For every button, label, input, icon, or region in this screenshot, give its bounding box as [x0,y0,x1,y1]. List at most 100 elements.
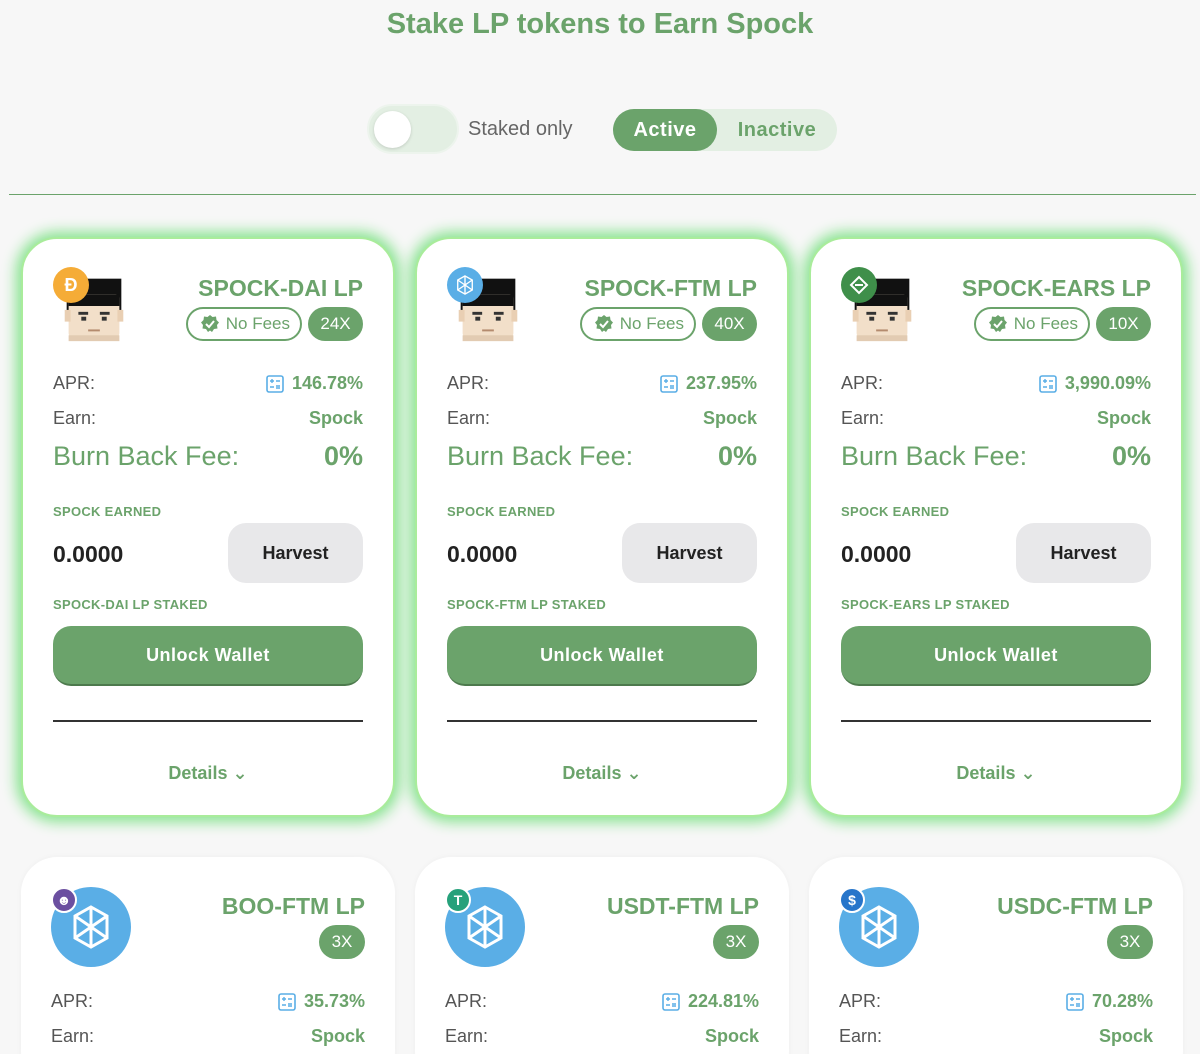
farm-title: BOO-FTM LP [221,893,365,919]
details-toggle[interactable]: Details ⌄ [811,763,1181,784]
dai-icon: Đ [53,267,89,303]
apr-value: 146.78% [291,373,363,393]
calculator-icon[interactable] [660,374,678,393]
earn-label: Earn: [447,408,491,428]
unlock-wallet-button[interactable]: Unlock Wallet [447,626,757,686]
farm-tags: 3X [1107,925,1153,959]
details-label: Details [168,763,228,783]
fantom-icon [447,267,483,303]
calculator-icon[interactable] [266,374,284,393]
usdt-icon: T [445,887,471,913]
earn-row: Earn: Spock [53,408,363,429]
farm-title: SPOCK-EARS LP [961,275,1151,301]
calculator-icon[interactable] [1066,992,1084,1011]
active-inactive-switch: Active Inactive [613,109,837,151]
calculator-icon[interactable] [662,992,680,1011]
tab-active[interactable]: Active [613,109,717,151]
chevron-down-icon: ⌄ [626,763,642,783]
multiplier-badge: 40X [702,307,757,341]
card-divider [841,720,1151,722]
staked-only-toggle[interactable] [367,104,459,154]
card-divider [53,720,363,722]
calculator-icon[interactable] [1039,374,1057,393]
unlock-wallet-button[interactable]: Unlock Wallet [841,626,1151,686]
apr-label: APR: [841,373,884,393]
harvest-button[interactable]: Harvest [228,523,363,583]
earn-label: Earn: [841,408,885,428]
farm-card-boo-ftm: ☻ BOO-FTM LP 3X APR: 35.73% Earn: Spock [21,857,395,1054]
earn-row: Earn: Spock [447,408,757,429]
farm-tags: 3X [319,925,365,959]
apr-value: 3,990.09% [1064,373,1151,393]
farm-card-spock-dai: Đ SPOCK-DAI LP No Fees 24X APR: 146.78% … [21,237,395,817]
multiplier-badge: 10X [1096,307,1151,341]
apr-row: APR: 146.78% [53,373,363,394]
page-title: Stake LP tokens to Earn Spock [386,8,814,40]
burn-fee-row: Burn Back Fee: 0% [447,441,757,472]
earn-label: Earn: [445,1026,489,1046]
no-fees-label: No Fees [225,314,290,333]
apr-label: APR: [839,991,882,1011]
farm-tags: 3X [713,925,759,959]
burn-fee-row: Burn Back Fee: 0% [841,441,1151,472]
verified-check-icon [199,314,220,333]
no-fees-label: No Fees [619,314,684,333]
earn-label: Earn: [51,1026,95,1046]
earn-value: Spock [702,408,757,428]
apr-row: APR: 3,990.09% [841,373,1151,394]
farm-tags: No Fees 10X [973,307,1151,341]
earned-value: 0.0000 [447,541,518,567]
details-toggle[interactable]: Details ⌄ [417,763,787,784]
apr-label: APR: [445,991,488,1011]
staked-only-label: Staked only [468,118,573,140]
apr-row: APR: 224.81% [445,991,759,1012]
filter-controls: Staked only Active Inactive [0,104,1200,156]
farm-tags: No Fees 40X [579,307,757,341]
boo-icon: ☻ [51,887,77,913]
apr-row: APR: 70.28% [839,991,1153,1012]
unlock-wallet-button[interactable]: Unlock Wallet [53,626,363,686]
earn-value: Spock [1098,1026,1153,1046]
earn-value: Spock [310,1026,365,1046]
farm-card-usdt-ftm: T USDT-FTM LP 3X APR: 224.81% Earn: Spoc… [415,857,789,1054]
calculator-icon[interactable] [278,992,296,1011]
harvest-button[interactable]: Harvest [622,523,757,583]
chevron-down-icon: ⌄ [1020,763,1036,783]
toggle-knob[interactable] [374,111,411,148]
farm-title: SPOCK-FTM LP [584,275,758,301]
tab-inactive[interactable]: Inactive [717,109,837,151]
no-fees-badge: No Fees [579,307,696,341]
apr-value: 237.95% [685,373,757,393]
farm-tags: No Fees 24X [185,307,363,341]
burn-fee-value: 0% [1111,441,1151,471]
harvest-button[interactable]: Harvest [1016,523,1151,583]
ears-icon [841,267,877,303]
multiplier-badge: 3X [713,925,759,959]
verified-check-icon [987,314,1008,333]
earn-row: Earn: Spock [839,1026,1153,1047]
burn-fee-label: Burn Back Fee: [53,441,240,471]
earn-row: Earn: Spock [445,1026,759,1047]
burn-fee-row: Burn Back Fee: 0% [53,441,363,472]
spock-earned-label: SPOCK EARNED [841,504,950,519]
apr-row: APR: 237.95% [447,373,757,394]
burn-fee-label: Burn Back Fee: [447,441,634,471]
verified-check-icon [593,314,614,333]
multiplier-badge: 24X [308,307,363,341]
farm-card-spock-ears: SPOCK-EARS LP No Fees 10X APR: 3,990.09%… [809,237,1183,817]
apr-label: APR: [51,991,94,1011]
no-fees-badge: No Fees [185,307,302,341]
apr-label: APR: [447,373,490,393]
earn-value: Spock [308,408,363,428]
burn-fee-label: Burn Back Fee: [841,441,1028,471]
earn-value: Spock [704,1026,759,1046]
apr-value: 224.81% [687,991,759,1011]
apr-row: APR: 35.73% [51,991,365,1012]
chevron-down-icon: ⌄ [232,763,248,783]
earn-row: Earn: Spock [51,1026,365,1047]
earned-value: 0.0000 [53,541,124,567]
earn-label: Earn: [839,1026,883,1046]
details-toggle[interactable]: Details ⌄ [23,763,393,784]
apr-value: 70.28% [1091,991,1153,1011]
card-divider [447,720,757,722]
